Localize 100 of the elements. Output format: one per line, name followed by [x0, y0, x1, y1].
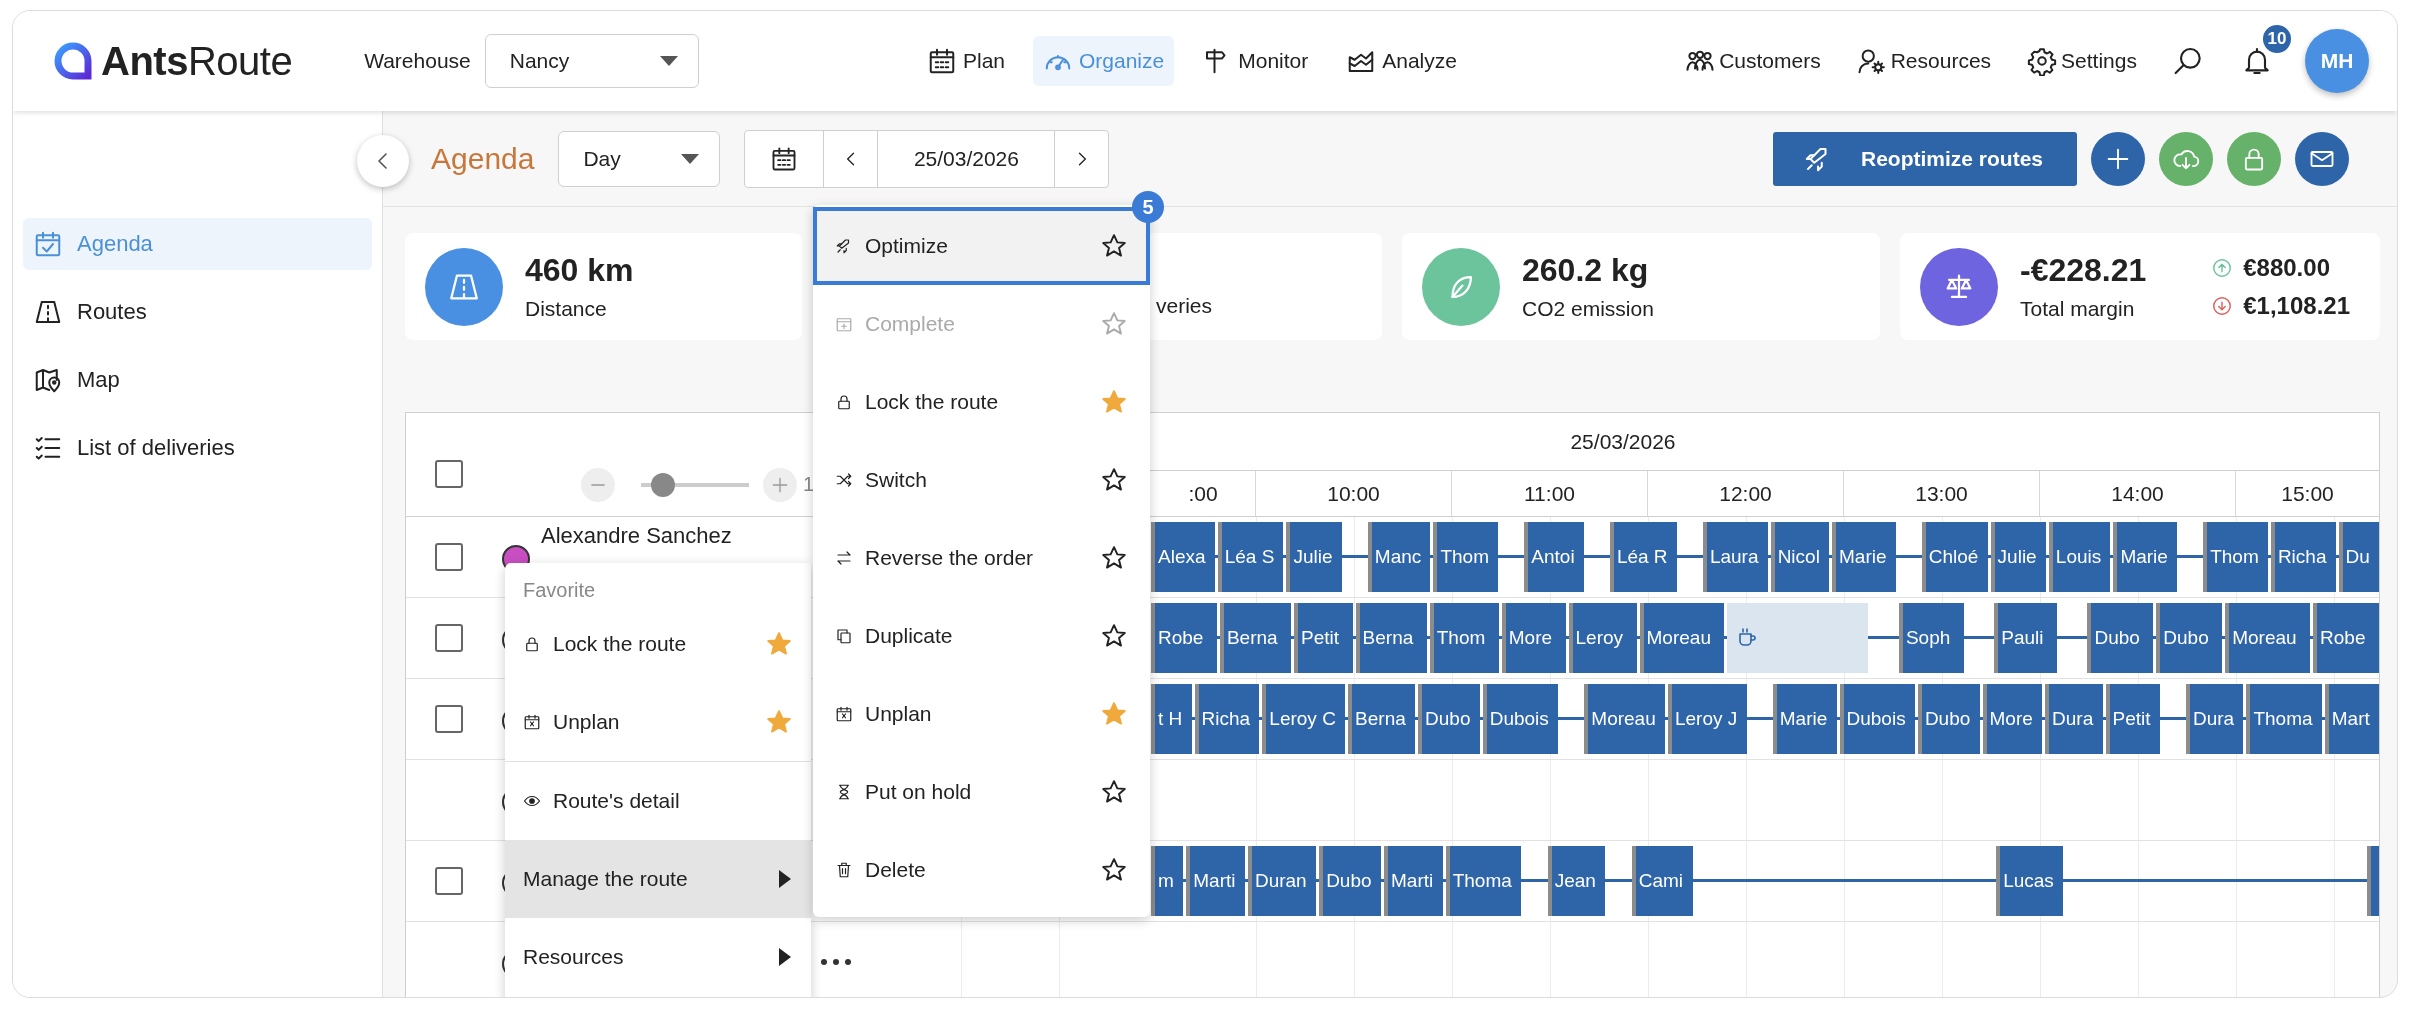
- nav-link[interactable]: Resources: [1856, 46, 1992, 76]
- menu-item[interactable]: Lock the route: [505, 605, 811, 683]
- stop-block[interactable]: Marti: [1384, 846, 1443, 916]
- stop-block[interactable]: Julie: [1990, 522, 2046, 592]
- stop-block[interactable]: Dura: [2045, 684, 2103, 754]
- stop-block[interactable]: Léa S: [1217, 522, 1284, 592]
- view-dropdown[interactable]: Day: [558, 130, 721, 187]
- nav-tab[interactable]: Analyze: [1336, 36, 1467, 86]
- menu-item[interactable]: Route's detail: [505, 762, 811, 840]
- driver-name[interactable]: Alexandre Sanchez: [541, 523, 732, 549]
- star-icon[interactable]: [1102, 546, 1126, 570]
- stop-block[interactable]: Manc: [1367, 522, 1431, 592]
- stop-block[interactable]: Marti: [1186, 846, 1245, 916]
- stop-block[interactable]: Dura: [2186, 684, 2244, 754]
- star-icon[interactable]: [767, 632, 791, 656]
- stop-block[interactable]: Marie: [1772, 684, 1837, 754]
- sidebar-item[interactable]: List of deliveries: [23, 422, 372, 474]
- mail-button[interactable]: [2295, 131, 2349, 186]
- stop-block[interactable]: Marie: [1832, 522, 1896, 592]
- stop-block[interactable]: Laura: [1702, 522, 1768, 592]
- nav-link[interactable]: Settings: [2027, 46, 2137, 76]
- reoptimize-button[interactable]: Reoptimize routes: [1772, 131, 2077, 186]
- stop-block[interactable]: Thoma: [1445, 846, 1522, 916]
- menu-item[interactable]: Put on hold: [813, 753, 1150, 831]
- checkbox[interactable]: [434, 705, 463, 733]
- stop-block[interactable]: Mart: [2324, 684, 2380, 754]
- star-icon[interactable]: [1102, 624, 1126, 648]
- stop-block[interactable]: Berna: [1219, 603, 1292, 673]
- stop-block[interactable]: Dubo: [2156, 603, 2223, 673]
- menu-item[interactable]: Manage the route: [505, 840, 811, 918]
- sidebar-item[interactable]: Agenda: [23, 218, 372, 270]
- lock-button[interactable]: [2227, 131, 2281, 186]
- menu-item[interactable]: Reverse the order: [813, 519, 1150, 597]
- user-avatar[interactable]: MH: [2305, 29, 2369, 93]
- stop-block[interactable]: Pauli: [1994, 603, 2057, 673]
- stop-block[interactable]: Dubois: [1482, 684, 1559, 754]
- stop-block[interactable]: Lucas: [1996, 846, 2064, 916]
- star-icon[interactable]: [1102, 702, 1126, 726]
- star-icon[interactable]: [1102, 390, 1126, 414]
- stop-block[interactable]: Alexa: [1151, 522, 1215, 592]
- stop-block[interactable]: Thom: [1429, 603, 1499, 673]
- checkbox[interactable]: [434, 543, 463, 571]
- add-button[interactable]: [2091, 131, 2145, 186]
- sidebar-item[interactable]: Routes: [23, 286, 372, 338]
- stop-block[interactable]: Nicol: [1770, 522, 1829, 592]
- stop-block[interactable]: Thoma: [2246, 684, 2322, 754]
- stop-block[interactable]: Petit: [2105, 684, 2160, 754]
- stop-block[interactable]: t H: [1151, 684, 1192, 754]
- stop-block[interactable]: Dubois: [1839, 684, 1915, 754]
- stop-block[interactable]: Robe: [1151, 603, 1217, 673]
- stop-block[interactable]: Richa: [2270, 522, 2336, 592]
- stop-block[interactable]: Moreau: [2225, 603, 2311, 673]
- stop-block[interactable]: Dubo: [1319, 846, 1381, 916]
- checkbox[interactable]: [434, 867, 463, 895]
- star-icon[interactable]: [1102, 858, 1126, 882]
- stop-block[interactable]: m: [1151, 846, 1184, 916]
- stop-block[interactable]: Dubo: [2087, 603, 2154, 673]
- menu-item[interactable]: Resources: [505, 918, 811, 996]
- stop-block[interactable]: Leroy: [1568, 603, 1637, 673]
- stop-block[interactable]: Louis: [2048, 522, 2111, 592]
- nav-tab[interactable]: Monitor: [1192, 36, 1319, 86]
- stop-block[interactable]: Du: [2338, 522, 2380, 592]
- stop-block[interactable]: Richa: [1194, 684, 1260, 754]
- stop-block[interactable]: [2366, 846, 2379, 916]
- stop-block[interactable]: Léa R: [1609, 522, 1677, 592]
- stop-block[interactable]: Petit: [1294, 603, 1353, 673]
- menu-item[interactable]: Duplicate: [813, 597, 1150, 675]
- stop-block[interactable]: Berna: [1348, 684, 1416, 754]
- stop-block[interactable]: Marie: [2113, 522, 2178, 592]
- slider-thumb[interactable]: [650, 472, 675, 497]
- nav-tab[interactable]: Plan: [916, 36, 1015, 86]
- stop-block[interactable]: Berna: [1355, 603, 1427, 673]
- menu-item[interactable]: Delete: [813, 831, 1150, 909]
- warehouse-dropdown[interactable]: Nancy: [484, 34, 699, 88]
- stop-block[interactable]: Jean: [1547, 846, 1606, 916]
- checkbox[interactable]: [434, 624, 463, 652]
- stop-block[interactable]: Thom: [2203, 522, 2268, 592]
- stop-block[interactable]: Dubo: [1418, 684, 1480, 754]
- sidebar-item[interactable]: Map: [23, 354, 372, 406]
- stop-block[interactable]: Leroy C: [1262, 684, 1346, 754]
- star-icon[interactable]: [1102, 234, 1126, 258]
- stop-block[interactable]: Dubo: [1917, 684, 1980, 754]
- star-icon[interactable]: [1102, 780, 1126, 804]
- menu-item[interactable]: Unplan: [813, 675, 1150, 753]
- stop-block[interactable]: Duran: [1247, 846, 1317, 916]
- stop-block[interactable]: More: [1982, 684, 2043, 754]
- star-icon[interactable]: [1102, 468, 1126, 492]
- stop-block[interactable]: Soph: [1898, 603, 1964, 673]
- star-icon[interactable]: [767, 710, 791, 734]
- stop-block[interactable]: Thom: [1433, 522, 1499, 592]
- stop-block[interactable]: Julie: [1286, 522, 1342, 592]
- stop-block[interactable]: Moreau: [1584, 684, 1665, 754]
- more-icon[interactable]: [820, 958, 852, 966]
- stop-block[interactable]: Robe: [2313, 603, 2379, 673]
- checkbox[interactable]: [434, 460, 463, 488]
- stop-block[interactable]: Leroy J: [1667, 684, 1747, 754]
- stop-block[interactable]: More: [1501, 603, 1566, 673]
- stop-block[interactable]: Cami: [1631, 846, 1693, 916]
- stop-block[interactable]: Chloé: [1921, 522, 1988, 592]
- stop-block[interactable]: Antoi: [1524, 522, 1584, 592]
